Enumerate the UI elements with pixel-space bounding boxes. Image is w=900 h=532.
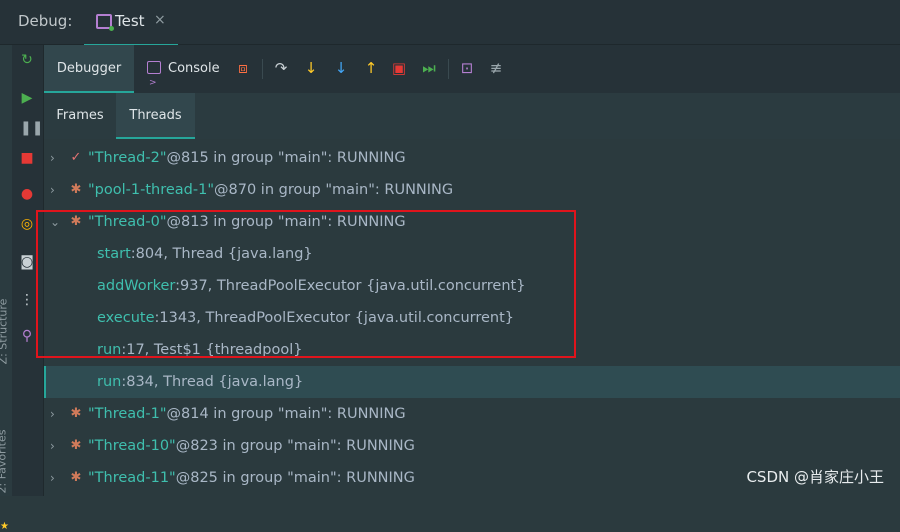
frame-location: :1343, ThreadPoolExecutor {java.util.con… — [154, 310, 515, 326]
frame-method: run — [97, 342, 122, 358]
toolbar-divider — [262, 59, 263, 79]
thread-row[interactable]: › ✱ "Thread-1"@814 in group "main": RUNN… — [44, 398, 900, 430]
frame-row[interactable]: run:17, Test$1 {threadpool} — [44, 334, 900, 366]
threads-list: › ✓ "Thread-2"@815 in group "main": RUNN… — [44, 141, 900, 496]
toolbar-divider — [448, 59, 449, 79]
more-icon[interactable]: ⋮ — [20, 293, 34, 307]
thread-bug-icon: ✱ — [70, 438, 82, 453]
thread-status: @815 in group "main": RUNNING — [166, 150, 406, 166]
frame-location: :937, ThreadPoolExecutor {java.util.conc… — [175, 278, 526, 294]
step-out-icon[interactable]: ↑ — [361, 59, 381, 77]
left-tool-window-bar: Z: Structure 2: Favorites ★ — [0, 45, 12, 532]
resume-icon[interactable]: ▶ — [20, 91, 34, 105]
thread-status: @823 in group "main": RUNNING — [175, 438, 415, 454]
frame-method: start — [97, 246, 131, 262]
structure-tool-label[interactable]: Z: Structure — [0, 299, 9, 365]
thread-bug-icon: ✱ — [70, 214, 82, 229]
frame-location: :17, Test$1 {threadpool} — [121, 342, 303, 358]
tab-console[interactable]: Console — [147, 45, 220, 107]
thread-name: "Thread-2" — [88, 150, 167, 166]
thread-row[interactable]: ⌄ ✱ "Thread-0"@813 in group "main": RUNN… — [44, 206, 900, 238]
tab-debugger-label: Debugger — [56, 61, 122, 76]
thread-name: "Thread-1" — [88, 406, 167, 422]
expand-chevron-icon[interactable]: › — [50, 142, 64, 174]
favorites-tool-label[interactable]: 2: Favorites — [0, 430, 8, 494]
thread-row[interactable]: › ✱ "pool-1-thread-1"@870 in group "main… — [44, 174, 900, 206]
evaluate-expression-icon[interactable]: ⊡ — [457, 59, 477, 77]
pause-icon[interactable]: ❚❚ — [20, 121, 43, 135]
tab-test-label: Test — [115, 12, 145, 30]
layout-icon[interactable]: ⧈ — [233, 59, 253, 77]
thread-status: @814 in group "main": RUNNING — [166, 406, 406, 422]
pin-icon[interactable]: ⚲ — [20, 329, 34, 343]
expand-chevron-icon[interactable]: › — [50, 430, 64, 462]
mute-breakpoints-icon[interactable]: ◎ — [20, 217, 34, 231]
thread-bug-icon: ✱ — [70, 182, 82, 197]
tab-frames[interactable]: Frames — [44, 93, 116, 139]
debug-action-strip: ↻ ▶ ❚❚ ■ ● ◎ ◙ ⋮ ⚲ — [12, 45, 44, 496]
thread-bug-icon: ✱ — [70, 470, 82, 485]
run-to-cursor-icon[interactable]: ⏭ — [419, 59, 439, 77]
force-step-into-icon[interactable]: ↓ — [331, 59, 351, 77]
thread-name: "Thread-11" — [88, 470, 176, 486]
console-icon — [147, 59, 161, 107]
drop-frame-icon[interactable]: ▣ — [389, 59, 409, 77]
frame-row-selected[interactable]: run:834, Thread {java.lang} — [44, 366, 900, 398]
thread-status: @870 in group "main": RUNNING — [214, 182, 454, 198]
thread-bug-icon: ✱ — [70, 406, 82, 421]
frame-method: run — [97, 374, 122, 390]
frame-location: :804, Thread {java.lang} — [130, 246, 313, 262]
thread-status: @813 in group "main": RUNNING — [166, 214, 406, 230]
step-into-icon[interactable]: ↓ — [301, 59, 321, 77]
debugger-toolbar: Debugger Console ⧈ ↷ ↓ ↓ ↑ ▣ ⏭ ⊡ ≢ — [44, 45, 900, 107]
thread-row[interactable]: › ✓ "Thread-2"@815 in group "main": RUNN… — [44, 142, 900, 174]
tab-frames-label: Frames — [56, 108, 104, 123]
frame-location: :834, Thread {java.lang} — [121, 374, 304, 390]
thread-status: @825 in group "main": RUNNING — [175, 470, 415, 486]
trace-icon[interactable]: ≢ — [486, 59, 506, 77]
frames-threads-tabs: Frames Threads — [44, 93, 900, 139]
debug-label: Debug: — [18, 12, 73, 30]
frame-row[interactable]: start:804, Thread {java.lang} — [44, 238, 900, 270]
tab-debugger[interactable]: Debugger — [44, 45, 134, 93]
thread-name: "Thread-10" — [88, 438, 176, 454]
frame-row[interactable]: addWorker:937, ThreadPoolExecutor {java.… — [44, 270, 900, 302]
collapse-chevron-icon[interactable]: ⌄ — [50, 206, 64, 238]
frame-method: addWorker — [97, 278, 176, 294]
thread-name: "pool-1-thread-1" — [88, 182, 214, 198]
frame-row[interactable]: execute:1343, ThreadPoolExecutor {java.u… — [44, 302, 900, 334]
debug-titlebar: Debug: Test × — [0, 0, 900, 46]
expand-chevron-icon[interactable]: › — [50, 174, 64, 206]
thread-name: "Thread-0" — [88, 214, 167, 230]
stop-icon[interactable]: ■ — [20, 151, 34, 165]
rerun-icon[interactable]: ↻ — [20, 53, 34, 67]
star-icon: ★ — [0, 521, 9, 532]
tab-console-label: Console — [168, 61, 220, 76]
step-over-icon[interactable]: ↷ — [271, 59, 291, 77]
view-breakpoints-icon[interactable]: ● — [20, 187, 34, 201]
tab-test[interactable]: Test × — [84, 0, 178, 46]
thread-row[interactable]: › ✱ "Thread-10"@823 in group "main": RUN… — [44, 430, 900, 462]
tab-threads-label: Threads — [129, 108, 182, 123]
expand-chevron-icon[interactable]: › — [50, 398, 64, 430]
camera-icon[interactable]: ◙ — [20, 255, 34, 269]
checkmark-icon: ✓ — [70, 150, 82, 165]
run-config-icon — [96, 14, 114, 31]
close-icon[interactable]: × — [154, 12, 166, 28]
expand-chevron-icon[interactable]: › — [50, 462, 64, 494]
tab-threads[interactable]: Threads — [116, 93, 195, 139]
frame-method: execute — [97, 310, 155, 326]
watermark: CSDN @肖家庄小王 — [746, 468, 884, 486]
